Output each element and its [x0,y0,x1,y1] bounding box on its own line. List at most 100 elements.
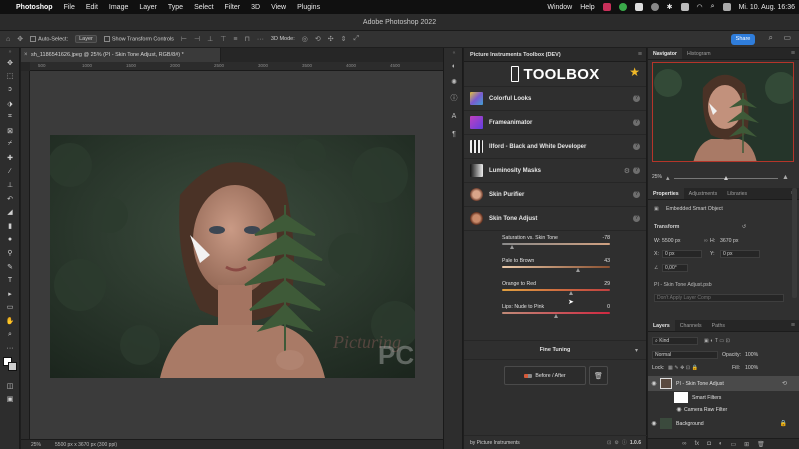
zoom-in-icon[interactable]: ▲ [782,174,789,181]
chevron-down-icon[interactable]: ▾ [635,347,638,354]
battery-icon[interactable] [680,3,689,11]
reset-transform-icon[interactable]: ↺ [742,224,746,230]
share-button[interactable]: Share [731,34,755,45]
slider-value[interactable]: 0 [607,304,610,310]
show-transform-checkbox[interactable] [103,35,110,42]
help-icon[interactable]: ? [633,191,640,198]
3d-slide-icon[interactable]: ⇕ [341,35,347,43]
status-app-icon[interactable] [602,3,611,11]
align-top-icon[interactable]: ⊤ [220,35,226,43]
rectangle-tool-icon[interactable]: ▭ [0,301,20,315]
layer-row-skin-tone-adjust[interactable]: ◉ PI - Skin Tone Adjust ⟲ [648,376,799,391]
menu-layer[interactable]: Layer [139,4,157,11]
slider-orange-to-red[interactable]: Orange to Red 29 [502,281,610,295]
document-photo[interactable]: Picturing PC [50,135,415,378]
3d-orbit-icon[interactable]: ◎ [302,35,308,43]
menu-edit[interactable]: Edit [86,4,98,11]
brush-settings-icon[interactable]: ✺ [444,74,464,90]
blur-tool-icon[interactable]: ● [0,233,20,247]
color-panel-icon[interactable]: ◐ [444,58,464,74]
slider-track[interactable] [502,266,610,268]
auto-select-checkbox[interactable] [30,35,37,42]
tab-properties[interactable]: Properties [648,188,684,199]
color-swatches-icon[interactable] [0,355,20,379]
panel-menu-icon[interactable]: ≡ [791,320,795,332]
menu-app-name[interactable]: Photoshop [16,4,53,11]
group-icon[interactable]: ▭ [730,441,736,448]
menu-file[interactable]: File [64,4,75,11]
eye-icon[interactable]: ◉ [648,420,660,427]
smart-filter-mask[interactable] [674,392,688,403]
help-icon[interactable]: ? [633,167,640,174]
toolbar-collapse-icon[interactable]: » [0,48,20,56]
align-right-icon[interactable]: ⊥ [207,35,213,43]
background-color-swatch[interactable] [8,362,17,372]
history-brush-tool-icon[interactable]: ↶ [0,192,20,206]
zoom-tool-icon[interactable]: ⌕ [0,328,20,342]
menu-3d[interactable]: 3D [251,4,260,11]
lock-icons[interactable]: ▦ ✎ ✥ ⊡ 🔒 [668,365,698,371]
home-icon[interactable]: ⌂ [6,36,10,43]
help-icon[interactable]: ? [633,215,640,222]
info-panel-icon[interactable]: ⓘ [444,90,464,106]
blend-mode-dropdown[interactable]: Normal [652,351,718,359]
eye-icon[interactable]: ◉ [648,380,660,387]
document-close-icon[interactable]: × [24,48,28,62]
layer-name[interactable]: PI - Skin Tone Adjust [676,381,724,387]
wifi-icon[interactable]: ◠ [697,3,703,11]
slider-handle[interactable] [553,314,558,318]
menu-plugins[interactable]: Plugins [297,4,320,11]
slider-value[interactable]: 29 [604,281,610,287]
marquee-tool-icon[interactable]: ⬚ [0,70,20,84]
layer-row-smart-filters[interactable]: Smart Filters [648,391,799,404]
layer-comp-dropdown[interactable]: Don't Apply Layer Comp [654,294,784,302]
slider-saturation-vs-skin-tone[interactable]: Saturation vs. Skin Tone -78 [502,235,611,249]
fill-value[interactable]: 100% [745,365,758,371]
delete-layer-icon[interactable]: 🗑 [757,441,765,448]
lock-icon[interactable]: ⊡ [607,436,611,449]
layer-row-background[interactable]: ◉ Background 🔒 [648,416,799,431]
menubar-clock[interactable]: Mi. 10. Aug. 16:36 [739,4,795,11]
fx-icon[interactable]: fx [695,441,700,447]
ruler-horizontal[interactable]: 500 1000 1500 2000 2500 3000 3500 4000 4… [30,62,443,71]
3d-scale-icon[interactable]: ⤢ [354,35,360,43]
menu-filter[interactable]: Filter [225,4,241,11]
eyedropper-tool-icon[interactable]: ⌿ [0,138,20,152]
navigator-preview[interactable] [652,62,794,162]
slider-value[interactable]: 43 [604,258,610,264]
navigator-zoom-value[interactable]: 25% [652,174,662,180]
tab-libraries[interactable]: Libraries [722,188,752,199]
x-field[interactable]: 0 px [662,250,702,258]
quick-mask-icon[interactable]: ◫ [0,379,20,393]
slider-track[interactable] [502,289,610,291]
slider-handle[interactable] [510,245,515,249]
tab-channels[interactable]: Channels [675,320,707,331]
document-tab[interactable]: sh_1186541626.jpeg @ 25% (PI - Skin Tone… [21,48,221,62]
align-middle-icon[interactable]: ≡ [233,36,237,43]
tab-paths[interactable]: Paths [707,320,730,331]
3d-pan-icon[interactable]: ✣ [328,35,334,43]
gear-icon[interactable]: ⚙ [624,167,630,175]
bluetooth-icon[interactable]: ✱ [667,3,673,11]
menu-type[interactable]: Type [168,4,183,11]
align-bottom-icon[interactable]: ⊓ [244,35,249,43]
auto-select-toggle[interactable]: Auto-Select: [30,35,68,42]
slider-handle[interactable] [576,268,581,272]
settings-icon[interactable]: ⚙ [614,436,618,449]
healing-brush-tool-icon[interactable]: ✚ [0,151,20,165]
link-layers-icon[interactable]: ∞ [682,441,686,447]
help-icon[interactable]: ? [633,119,640,126]
lasso-tool-icon[interactable]: ↄ [0,83,20,97]
eye-icon[interactable]: ◉ [674,406,684,413]
show-transform-toggle[interactable]: Show Transform Controls [103,35,174,42]
auto-select-dropdown[interactable]: Layer [75,35,97,43]
toolbox-item-luminosity-masks[interactable]: Luminosity Masks ⚙ ? [464,158,646,182]
adjustment-layer-icon[interactable]: ◐ [719,441,723,447]
toolbox-item-ilford[interactable]: Ilford - Black and White Developer ? [464,134,646,158]
status-circle-icon[interactable] [650,3,659,11]
crop-tool-icon[interactable]: ⌗ [0,110,20,124]
align-center-icon[interactable]: ⊣ [194,35,200,43]
tab-adjustments[interactable]: Adjustments [684,188,723,199]
slider-value[interactable]: -78 [603,235,611,241]
tab-navigator[interactable]: Navigator [648,48,682,59]
